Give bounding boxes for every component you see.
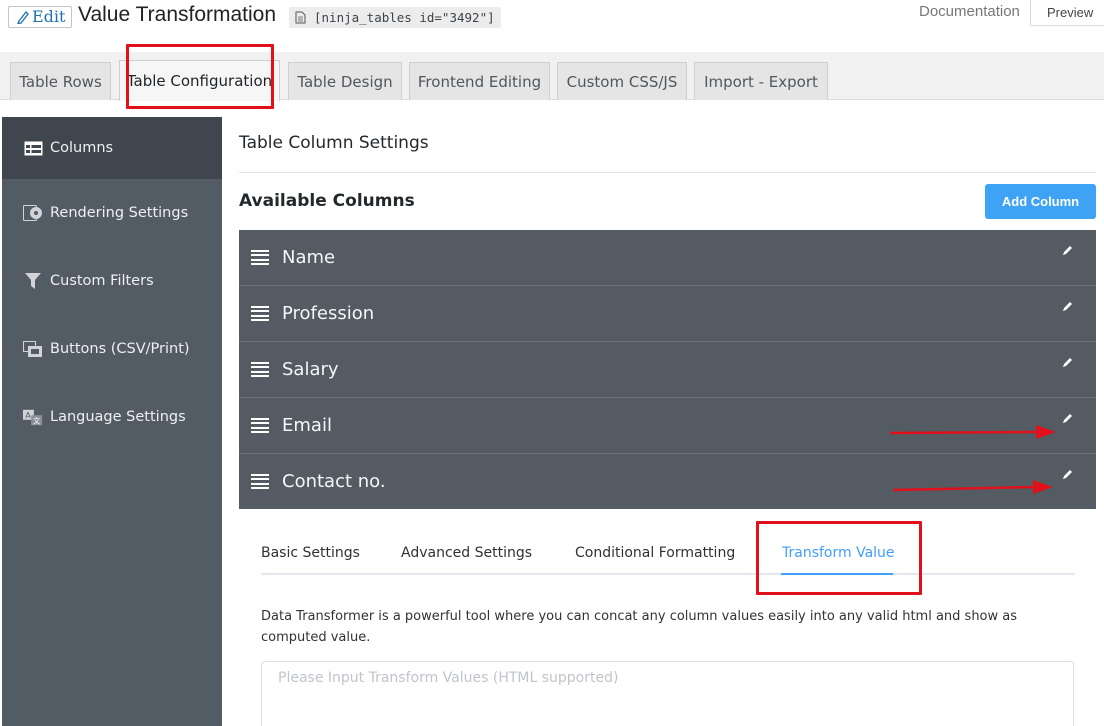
documentation-link[interactable]: Documentation	[919, 3, 1020, 20]
annotation-arrow	[889, 425, 1056, 439]
preview-button[interactable]: Preview	[1030, 0, 1104, 26]
edit-pencil-icon[interactable]	[1062, 412, 1074, 424]
tab-conditional-formatting[interactable]: Conditional Formatting	[575, 545, 735, 561]
column-name: Profession	[282, 303, 375, 324]
sidebar-item-buttons[interactable]: Buttons (CSV/Print)	[2, 315, 222, 383]
tab-table-design[interactable]: Table Design	[288, 62, 402, 100]
drag-handle-icon[interactable]	[251, 249, 269, 266]
sidebar-item-label: Rendering Settings	[50, 205, 189, 221]
shortcode-badge[interactable]: [ninja_tables id="3492"]	[289, 7, 501, 28]
drag-handle-icon[interactable]	[251, 417, 269, 434]
svg-text:A: A	[25, 409, 31, 419]
sidebar-item-label: Language Settings	[50, 409, 186, 425]
annotation-arrow	[892, 480, 1053, 494]
main-tabs: Table Rows Table Configuration Table Des…	[0, 52, 1104, 101]
transform-value-input[interactable]	[261, 661, 1074, 726]
sidebar-item-custom-filters[interactable]: Custom Filters	[2, 247, 222, 315]
edit-label: Edit	[32, 7, 66, 26]
drag-handle-icon[interactable]	[251, 305, 269, 322]
sidebar-item-label: Buttons (CSV/Print)	[50, 341, 190, 357]
buttons-icon	[23, 340, 43, 358]
divider	[239, 172, 1096, 173]
svg-text:文: 文	[33, 416, 41, 425]
tab-advanced-settings[interactable]: Advanced Settings	[401, 545, 532, 561]
column-row-name[interactable]: Name	[239, 230, 1096, 286]
edit-pencil-icon[interactable]	[1062, 468, 1074, 480]
available-columns-title: Available Columns	[239, 191, 415, 211]
edit-pencil-icon[interactable]	[1062, 356, 1074, 368]
tab-import-export[interactable]: Import - Export	[694, 62, 828, 100]
sidebar-item-columns[interactable]: Columns	[2, 117, 222, 179]
settings-sidebar: Columns Rendering Settings Custom Filter…	[2, 117, 222, 726]
sidebar-item-rendering-settings[interactable]: Rendering Settings	[2, 179, 222, 247]
tab-transform-value[interactable]: Transform Value	[782, 545, 895, 561]
page-header: Edit Value Transformation [ninja_tables …	[0, 0, 1104, 52]
column-settings-panel: Table Column Settings Available Columns …	[222, 117, 1104, 726]
document-icon	[295, 11, 306, 24]
drag-handle-icon[interactable]	[251, 361, 269, 378]
tab-basic-settings[interactable]: Basic Settings	[261, 545, 360, 561]
column-name: Name	[282, 247, 336, 268]
tab-table-rows[interactable]: Table Rows	[10, 62, 111, 100]
edit-pencil-icon[interactable]	[1062, 300, 1074, 312]
table-icon	[23, 139, 43, 157]
column-name: Email	[282, 415, 332, 436]
sidebar-item-label: Custom Filters	[50, 273, 154, 289]
sidebar-item-label: Columns	[50, 140, 114, 156]
rendering-icon	[23, 204, 43, 222]
columns-list: Name Profession Salary Email Contact no.	[239, 230, 1096, 509]
filter-icon	[23, 272, 43, 290]
shortcode-text: [ninja_tables id="3492"]	[314, 10, 495, 25]
language-icon: A文	[23, 408, 43, 426]
sidebar-item-language-settings[interactable]: A文 Language Settings	[2, 383, 222, 451]
active-tab-indicator	[781, 573, 893, 575]
column-settings-tabs: Basic Settings Advanced Settings Conditi…	[261, 537, 1075, 575]
edit-pencil-icon[interactable]	[1062, 244, 1074, 256]
column-name: Contact no.	[282, 471, 386, 492]
tab-custom-css-js[interactable]: Custom CSS/JS	[557, 62, 687, 100]
pencil-icon	[17, 11, 29, 24]
transformer-description: Data Transformer is a powerful tool wher…	[261, 609, 1018, 645]
column-row-salary[interactable]: Salary	[239, 342, 1096, 398]
page-title: Value Transformation	[78, 3, 277, 26]
column-row-profession[interactable]: Profession	[239, 286, 1096, 342]
section-title: Table Column Settings	[239, 133, 429, 153]
tab-frontend-editing[interactable]: Frontend Editing	[409, 62, 550, 100]
tab-table-configuration[interactable]: Table Configuration	[119, 60, 280, 101]
column-name: Salary	[282, 359, 339, 380]
edit-button[interactable]: Edit	[8, 6, 73, 28]
add-column-button[interactable]: Add Column	[985, 184, 1096, 219]
drag-handle-icon[interactable]	[251, 473, 269, 490]
